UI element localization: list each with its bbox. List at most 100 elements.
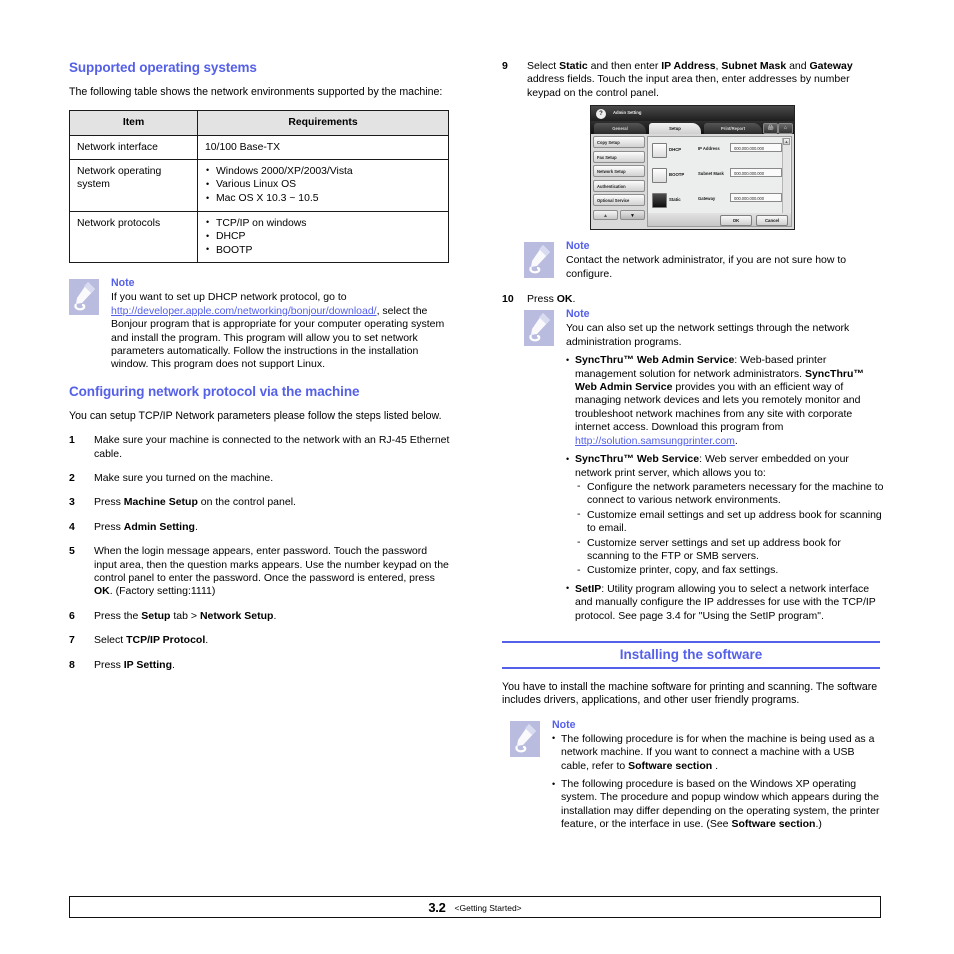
note-text: If you want to set up DHCP network proto… (111, 291, 451, 371)
heading-configuring-network-protocol: Configuring network protocol via the mac… (69, 383, 360, 399)
step-text: Press Machine Setup on the control panel… (94, 496, 296, 509)
input-gateway[interactable]: 000.000.000.000 (730, 193, 782, 203)
step-text: When the login message appears, enter pa… (94, 545, 449, 598)
chapter-title: <Getting Started> (454, 903, 522, 913)
configuration-steps-continued: 9 Select Static and then enter IP Addres… (502, 60, 884, 100)
configuration-steps-list: 1 Make sure your machine is connected to… (69, 434, 451, 672)
radio-dhcp[interactable] (652, 143, 667, 159)
samsung-solution-link[interactable]: http://solution.samsungprinter.com (575, 435, 735, 447)
scroll-up-icon[interactable]: ▲ (783, 138, 790, 146)
table-body: Network interface 10/100 Base-TX Network… (69, 134, 449, 264)
note-body: Note Contact the network administrator, … (566, 240, 884, 281)
table-cell-requirements: TCP/IP on windows DHCP BOOTP (197, 210, 449, 264)
field-row-gateway: Gateway 000.000.000.000 (698, 193, 782, 206)
step-text: Press IP Setting. (94, 658, 175, 671)
tab-setup[interactable]: Setup (649, 122, 701, 135)
step-item: 8 Press IP Setting. (69, 659, 451, 672)
note-installing-procedure: Note The following procedure is for when… (510, 719, 884, 832)
table-cell-item: Network operating system (69, 158, 198, 212)
radio-row-dhcp[interactable]: DHCP (652, 143, 694, 159)
help-icon: ? (596, 109, 606, 120)
ok-button[interactable]: OK (720, 214, 752, 227)
print-icon[interactable]: 🖨 (763, 123, 778, 135)
tab-print-report[interactable]: Print/Report (704, 122, 762, 135)
address-fields: IP Address 000.000.000.000 Subnet Mask 0… (698, 143, 782, 218)
bullet-text: SyncThru™ Web Admin Service: Web-based p… (575, 354, 864, 447)
table-header-requirements: Requirements (197, 110, 449, 136)
input-subnet-mask[interactable]: 000.000.000.000 (730, 168, 782, 178)
table-cell-item: Network protocols (69, 210, 198, 264)
radio-row-static[interactable]: Static (652, 193, 694, 209)
step-number: 7 (69, 634, 75, 647)
note-network-admin-programs: Note You can also set up the network set… (524, 308, 884, 623)
note-body: Note If you want to set up DHCP network … (111, 277, 451, 371)
left-column: Supported operating systems The followin… (69, 60, 451, 683)
configuration-step-10: 10 Press OK. (502, 293, 884, 306)
ip-mode-radio-group: DHCP BOOTP Static (652, 143, 694, 218)
list-item: The following procedure is based on the … (552, 778, 884, 832)
note-title: Note (566, 240, 590, 253)
step-number: 6 (69, 609, 75, 622)
heading-supported-operating-systems: Supported operating systems (69, 60, 257, 75)
field-row-subnet-mask: Subnet Mask 000.000.000.000 (698, 168, 782, 181)
list-item: TCP/IP on windows (205, 216, 441, 231)
table-row: Network protocols TCP/IP on windows DHCP… (69, 210, 449, 264)
input-ip-address[interactable]: 000.000.000.000 (730, 143, 782, 153)
table-cell-requirements: Windows 2000/XP/2003/Vista Various Linux… (197, 158, 449, 212)
panel-window-title: Admin Setting (613, 110, 642, 116)
bullet-text: SyncThru™ Web Service: Web server embedd… (575, 453, 849, 479)
list-item: The following procedure is for when the … (552, 732, 884, 773)
admin-setting-panel-figure: ? Admin Setting General Setup Print/Repo… (590, 105, 795, 231)
page-number: 3.2 (428, 899, 446, 915)
radio-static[interactable] (652, 193, 667, 209)
bullet-text: The following procedure is for when the … (561, 732, 875, 772)
list-item: Windows 2000/XP/2003/Vista (205, 164, 441, 179)
configuring-intro-paragraph: You can setup TCP/IP Network parameters … (69, 409, 442, 422)
radio-row-bootp[interactable]: BOOTP (652, 168, 694, 184)
note-intro-text: You can also set up the network settings… (566, 322, 850, 348)
note-title: Note (552, 718, 576, 731)
sidebar-item-authentication[interactable]: Authentication (593, 179, 645, 192)
sub-list-item: Customize server settings and set up add… (575, 536, 884, 564)
installing-note-bullet-list: The following procedure is for when the … (552, 732, 884, 832)
note-body: Note You can also set up the network set… (566, 308, 884, 623)
supported-os-table: Item Requirements Network interface 10/1… (69, 110, 449, 264)
chevron-down-icon[interactable]: ▼ (620, 210, 645, 221)
step-text: Press OK. (527, 293, 576, 306)
step-item: 2 Make sure you turned on the machine. (69, 472, 451, 485)
panel-scrollbar[interactable]: ▲ ▼ (782, 138, 790, 226)
table-cell-item: Network interface (69, 134, 198, 160)
sidebar-scroll-arrows: ▲ ▼ (593, 210, 645, 221)
bonjour-download-link[interactable]: http://developer.apple.com/networking/bo… (111, 305, 377, 317)
home-icon[interactable]: ⌂ (778, 123, 793, 135)
cancel-button[interactable]: Cancel (756, 214, 788, 227)
requirements-list: TCP/IP on windows DHCP BOOTP (205, 216, 441, 258)
sidebar-item-fax-setup[interactable]: Fax Setup (593, 150, 645, 163)
step-item: 9 Select Static and then enter IP Addres… (502, 60, 884, 100)
sidebar-item-copy-setup[interactable]: Copy Setup (593, 136, 645, 149)
list-item-syncthru-web-service: SyncThru™ Web Service: Web server embedd… (566, 453, 884, 578)
note-pencil-icon (524, 310, 554, 347)
list-item: Mac OS X 10.3 ~ 10.5 (205, 192, 441, 206)
requirements-list: Windows 2000/XP/2003/Vista Various Linux… (205, 164, 441, 206)
list-item: BOOTP (205, 243, 441, 258)
list-item-setip: SetIP: Utility program allowing you to s… (566, 582, 884, 623)
note-contact-administrator: Note Contact the network administrator, … (524, 240, 884, 281)
chevron-up-icon[interactable]: ▲ (593, 210, 618, 221)
sidebar-item-optional-service[interactable]: Optional Service (593, 194, 645, 207)
step-item: 1 Make sure your machine is connected to… (69, 434, 451, 461)
sidebar-item-network-setup[interactable]: Network Setup (593, 165, 645, 178)
note-title: Note (111, 277, 135, 290)
radio-label-bootp: BOOTP (669, 172, 685, 178)
page-footer: 3.2 <Getting Started> (69, 896, 881, 918)
list-item: DHCP (205, 230, 441, 244)
step-item: 4 Press Admin Setting. (69, 521, 451, 534)
installing-intro-paragraph: You have to install the machine software… (502, 680, 878, 707)
radio-bootp[interactable] (652, 168, 667, 184)
note-pencil-icon (69, 279, 99, 316)
tab-general[interactable]: General (594, 122, 646, 135)
sub-list-item: Customize printer, copy, and fax setting… (575, 564, 884, 578)
label-gateway: Gateway (698, 196, 716, 202)
note-body: Note The following procedure is for when… (552, 719, 884, 832)
step-number: 5 (69, 545, 75, 558)
